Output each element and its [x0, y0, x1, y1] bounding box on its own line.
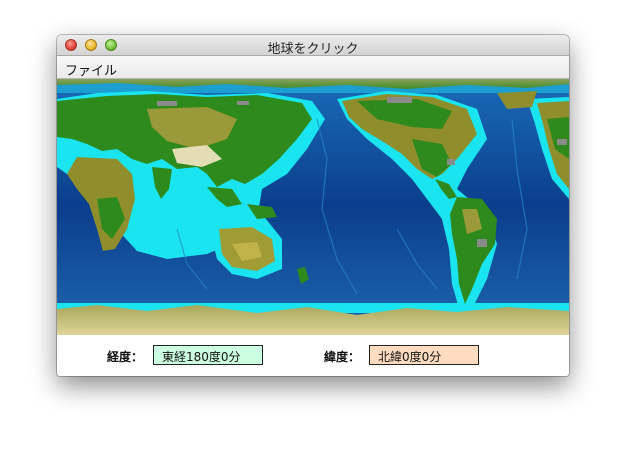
latitude-field: 北緯0度0分	[369, 345, 479, 365]
latitude-label: 緯度：	[324, 350, 361, 364]
menu-file[interactable]: ファイル	[65, 60, 117, 79]
menu-bar: ファイル	[57, 56, 569, 79]
longitude-label: 経度：	[107, 350, 144, 364]
title-bar[interactable]: 地球をクリック	[57, 35, 569, 57]
antarctica	[57, 305, 569, 335]
app-window: 地球をクリック ファイル 経度： 東経180度0分 緯度： 北緯0度0分	[57, 35, 569, 376]
window-title: 地球をクリック	[267, 42, 359, 57]
coordinate-bar: 経度： 東経180度0分 緯度： 北緯0度0分	[57, 335, 569, 376]
longitude-field: 東経180度0分	[153, 345, 263, 365]
world-map[interactable]	[57, 79, 569, 335]
